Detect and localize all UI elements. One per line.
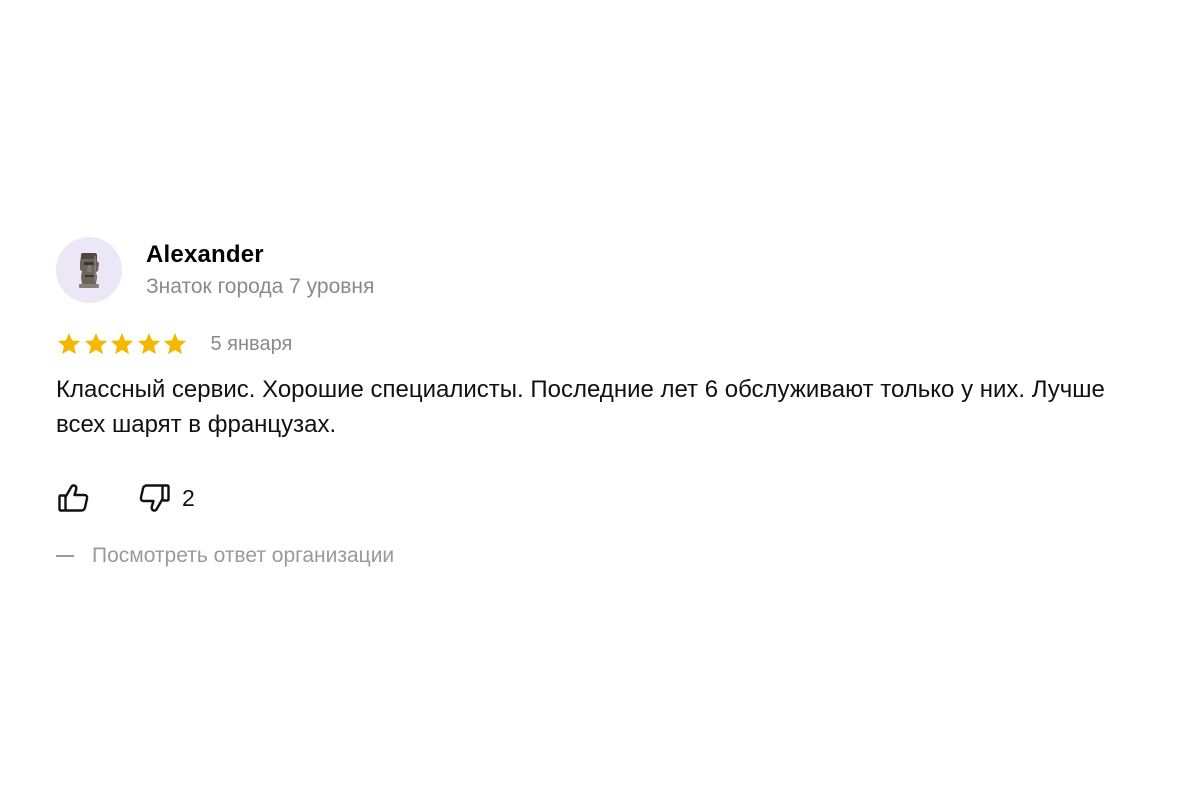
star-icon (137, 332, 160, 355)
star-rating (56, 331, 189, 357)
author-avatar[interactable] (56, 237, 122, 303)
author-level: Знаток города 7 уровня (146, 275, 375, 298)
view-org-reply-link[interactable]: Посмотреть ответ организации (56, 544, 1146, 568)
dislike-count: 2 (182, 484, 195, 511)
star-icon (57, 332, 81, 355)
author-name[interactable]: Alexander (146, 239, 374, 271)
star-icon (84, 332, 107, 355)
star-icon (163, 332, 187, 355)
dislike-button[interactable]: 2 (136, 480, 195, 516)
dash-divider (56, 555, 74, 557)
review-date: 5 января (210, 332, 293, 355)
review-actions: 2 (56, 478, 1146, 518)
star-icon (110, 332, 134, 355)
review-card: Alexander Знаток города 7 уровня 5 январ… (56, 237, 1146, 568)
view-org-reply-label: Посмотреть ответ организации (92, 544, 395, 567)
thumbs-down-icon (139, 484, 170, 512)
author-header: Alexander Знаток города 7 уровня (56, 237, 1146, 303)
author-info: Alexander Знаток города 7 уровня (146, 239, 374, 301)
like-button[interactable] (56, 480, 92, 516)
review-meta: 5 января (56, 328, 1146, 360)
review-text: Классный сервис. Хорошие специалисты. По… (56, 376, 1105, 438)
thumbs-up-icon (58, 484, 89, 512)
moai-statue-icon (79, 253, 99, 288)
